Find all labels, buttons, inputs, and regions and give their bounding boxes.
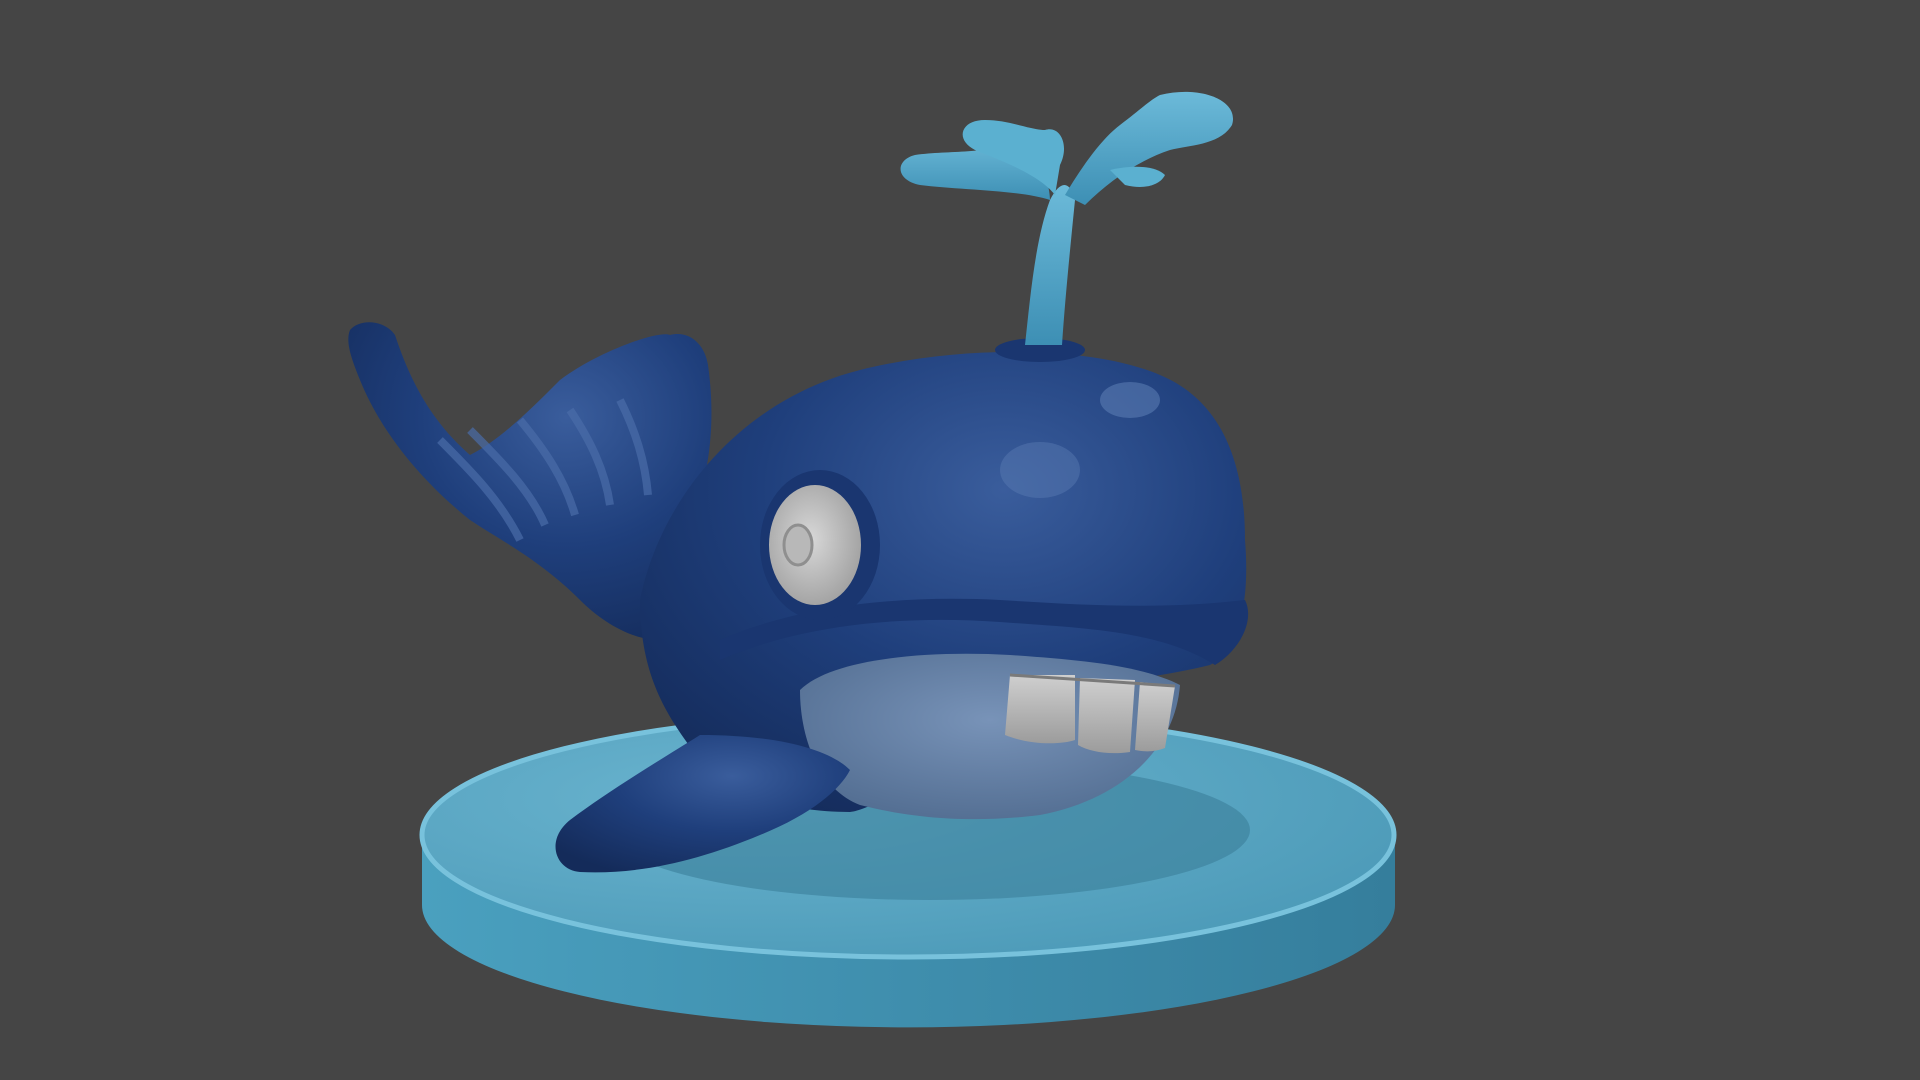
whale-figurine-render [348,91,1397,1028]
head-highlight [1100,382,1160,418]
tooth-1 [1005,675,1075,744]
spout-right-drip [1110,166,1165,187]
tooth-2 [1078,678,1135,754]
spout-stem [1025,185,1075,345]
eye-pupil [782,523,814,567]
whale-teeth [1005,673,1176,754]
water-spout [900,91,1234,345]
whale-eye [760,470,880,620]
spout-right-splash [1065,91,1234,205]
body-highlight [1000,442,1080,498]
